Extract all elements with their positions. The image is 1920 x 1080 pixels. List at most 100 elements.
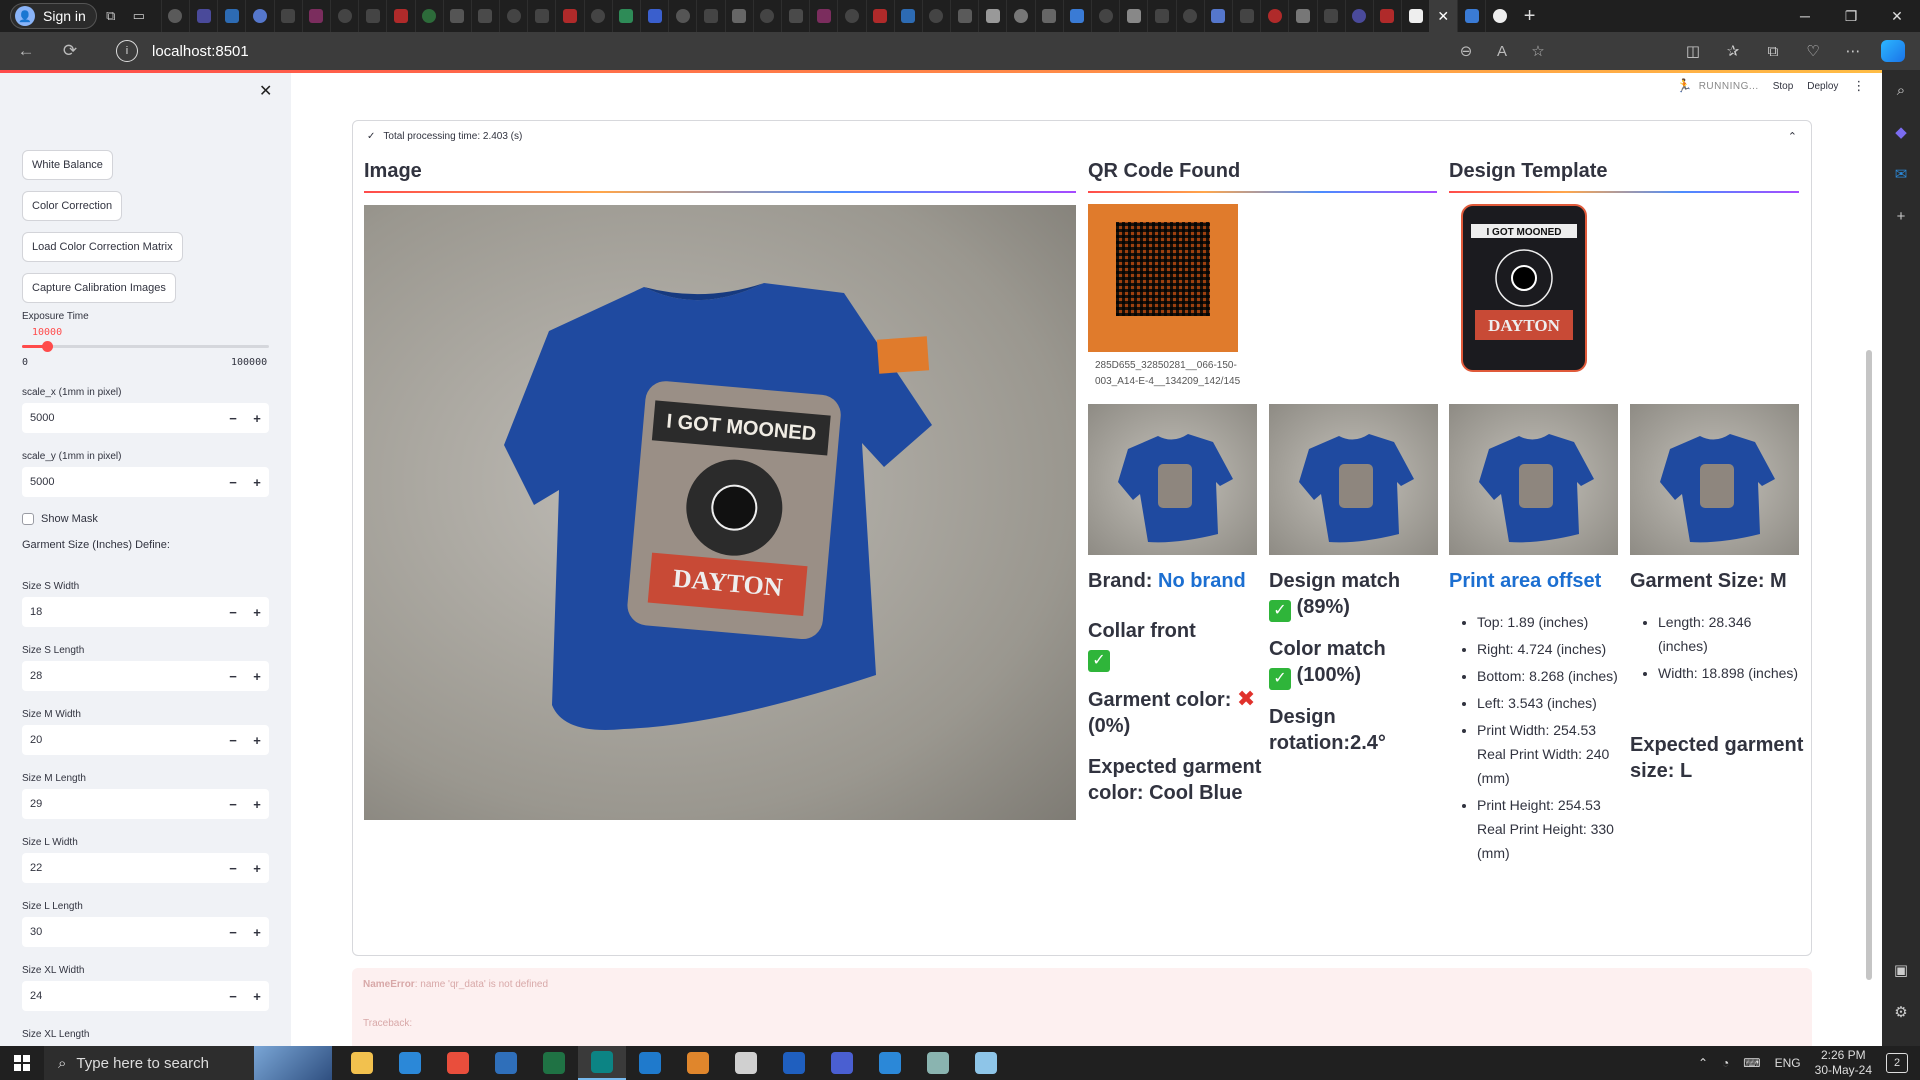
main-menu-icon[interactable]: ⋮ (1852, 78, 1865, 94)
increment-button[interactable]: + (245, 411, 269, 426)
size-input[interactable]: 29− + (22, 789, 269, 819)
scale-y-input[interactable]: 5000 − + (22, 467, 269, 497)
taskbar-app-icon[interactable] (386, 1046, 434, 1080)
taskbar-app-icon[interactable] (962, 1046, 1010, 1080)
expander-header[interactable]: ✓ Total processing time: 2.403 (s) (367, 131, 522, 142)
language-indicator[interactable]: ENG (1775, 1056, 1801, 1070)
search-highlight-image[interactable] (254, 1046, 332, 1080)
tab-favicon[interactable] (442, 0, 471, 32)
refresh-icon[interactable]: ⟳ (52, 36, 88, 66)
increment-button[interactable]: + (245, 475, 269, 490)
new-tab-button[interactable]: + (1514, 0, 1546, 32)
restore-icon[interactable]: ❐ (1828, 0, 1874, 32)
taskbar-app-icon[interactable] (722, 1046, 770, 1080)
decrement-button[interactable]: − (221, 669, 245, 684)
tab-favicon[interactable] (1119, 0, 1147, 32)
size-input[interactable]: 20− + (22, 725, 269, 755)
increment-button[interactable]: + (245, 989, 269, 1004)
url-field[interactable]: i localhost:8501 ⊖ A ☆ (104, 36, 1644, 66)
tab-favicon[interactable] (160, 0, 189, 32)
tab-favicon[interactable] (1344, 0, 1373, 32)
favorite-star-icon[interactable]: ☆ (1522, 42, 1554, 60)
size-input[interactable]: 30− + (22, 917, 269, 947)
tab-favicon[interactable] (245, 0, 273, 32)
tab-favicon[interactable] (414, 0, 443, 32)
size-input[interactable]: 22− + (22, 853, 269, 883)
size-value[interactable]: 28 (22, 670, 221, 682)
taskbar-app-icon[interactable] (530, 1046, 578, 1080)
add-sidebar-app-icon[interactable]: + (1882, 196, 1920, 238)
tab-favicon[interactable] (386, 0, 414, 32)
page-scrollbar[interactable] (1866, 350, 1872, 980)
tab-favicon[interactable] (217, 0, 245, 32)
copilot-sidebar-icon[interactable]: ◆ (1882, 112, 1920, 154)
tab-favicon[interactable] (358, 0, 386, 32)
load-color-correction-matrix-button[interactable]: Load Color Correction Matrix (22, 232, 183, 262)
tab-favicon[interactable] (809, 0, 837, 32)
taskbar-app-icon[interactable] (866, 1046, 914, 1080)
back-icon[interactable]: ← (8, 36, 44, 66)
tab-favicon[interactable] (273, 0, 302, 32)
tab-favicon[interactable] (696, 0, 724, 32)
tab-favicon[interactable] (865, 0, 894, 32)
active-tab-close-icon[interactable]: ✕ (1429, 0, 1458, 32)
tab-favicon[interactable] (1401, 0, 1429, 32)
taskbar-app-icon[interactable] (578, 1046, 626, 1080)
size-value[interactable]: 29 (22, 798, 221, 810)
taskbar-app-icon[interactable] (914, 1046, 962, 1080)
tab-favicon[interactable] (1316, 0, 1345, 32)
outlook-icon[interactable]: ✉ (1882, 154, 1920, 196)
read-aloud-icon[interactable]: A (1486, 43, 1518, 60)
capture-calibration-images-button[interactable]: Capture Calibration Images (22, 273, 176, 303)
deploy-button[interactable]: Deploy (1807, 81, 1838, 92)
tab-favicon[interactable] (329, 0, 358, 32)
tab-favicon[interactable] (1372, 0, 1401, 32)
size-value[interactable]: 22 (22, 862, 221, 874)
decrement-button[interactable]: − (221, 989, 245, 1004)
tab-favicon[interactable] (1260, 0, 1288, 32)
settings-icon[interactable]: ⚙ (1882, 992, 1920, 1034)
tab-favicon[interactable] (301, 0, 330, 32)
taskbar-app-icon[interactable] (626, 1046, 674, 1080)
split-screen-icon[interactable]: ◫ (1676, 36, 1710, 66)
network-icon[interactable]: ◔ (1722, 1056, 1729, 1070)
taskbar-app-icon[interactable] (434, 1046, 482, 1080)
decrement-button[interactable]: − (221, 925, 245, 940)
tab-favicon[interactable] (1034, 0, 1063, 32)
slider-handle[interactable] (41, 341, 53, 352)
tab-favicon[interactable] (921, 0, 950, 32)
size-input[interactable]: 24− + (22, 981, 269, 1011)
decrement-button[interactable]: − (221, 797, 245, 812)
tab-favicon[interactable] (189, 0, 217, 32)
tab-favicon[interactable] (837, 0, 865, 32)
site-info-icon[interactable]: i (116, 40, 138, 62)
sign-in-button[interactable]: 👤 Sign in (10, 3, 97, 29)
tab-favicon[interactable] (499, 0, 527, 32)
favorites-icon[interactable]: ✰ (1716, 36, 1750, 66)
taskbar-app-icon[interactable] (770, 1046, 818, 1080)
tab-favicon[interactable] (1485, 0, 1513, 32)
tab-favicon[interactable] (1062, 0, 1091, 32)
tab-favicon[interactable] (668, 0, 696, 32)
increment-button[interactable]: + (245, 861, 269, 876)
tab-favicon[interactable] (640, 0, 668, 32)
size-value[interactable]: 20 (22, 734, 221, 746)
increment-button[interactable]: + (245, 605, 269, 620)
exposure-time-slider[interactable] (22, 341, 269, 352)
increment-button[interactable]: + (245, 669, 269, 684)
show-hidden-icons-icon[interactable]: ⌃ (1698, 1056, 1708, 1070)
taskbar-app-icon[interactable] (482, 1046, 530, 1080)
tab-favicon[interactable] (1147, 0, 1175, 32)
tab-favicon[interactable] (611, 0, 640, 32)
tab-favicon[interactable] (724, 0, 753, 32)
tab-favicon[interactable] (950, 0, 978, 32)
more-options-icon[interactable]: ⋯ (1836, 36, 1870, 66)
workspaces-icon[interactable]: ⧉ (97, 4, 125, 28)
scale-x-value[interactable]: 5000 (22, 412, 221, 424)
chevron-up-icon[interactable]: ⌃ (1788, 130, 1797, 143)
tab-favicon[interactable] (752, 0, 781, 32)
close-window-icon[interactable]: ✕ (1874, 0, 1920, 32)
tab-favicon[interactable] (1231, 0, 1260, 32)
zoom-icon[interactable]: ⊖ (1450, 42, 1482, 60)
tab-favicon[interactable] (1006, 0, 1034, 32)
